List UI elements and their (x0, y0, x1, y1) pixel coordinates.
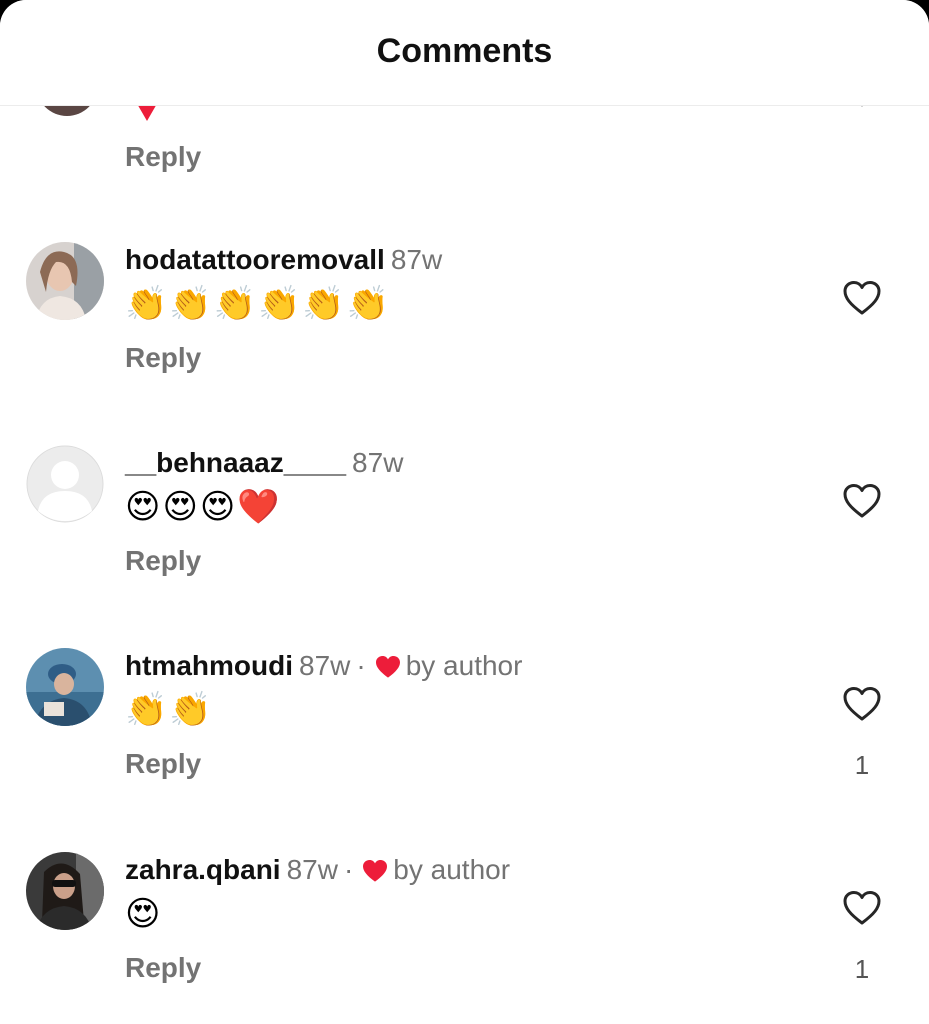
avatar[interactable] (26, 445, 104, 523)
separator-dot: · (343, 854, 354, 885)
like-heart-icon[interactable] (842, 686, 882, 727)
like-heart-icon[interactable] (842, 483, 882, 524)
comments-sheet: Reply hodatattooremovall 87w 👏👏👏👏👏👏 Reply (0, 0, 929, 1024)
comment-text: 👏👏 (125, 690, 214, 730)
comment-item: zahra.qbani 87w · by author 😍 Reply 1 (0, 852, 929, 1024)
comment-time: 87w (390, 244, 443, 275)
comment-item: hodatattooremovall 87w 👏👏👏👏👏👏 Reply (0, 242, 929, 442)
username-link[interactable]: zahra.qbani (125, 854, 281, 885)
comment-item: htmahmoudi 87w · by author 👏👏 Reply 1 (0, 648, 929, 848)
comment-time: 87w (299, 650, 351, 681)
comment-meta: zahra.qbani 87w · by author (125, 854, 510, 890)
by-author-label: by author (405, 650, 523, 681)
by-author-label: by author (393, 854, 511, 885)
reply-button[interactable]: Reply (125, 141, 201, 173)
comment-meta: __behnaaaz____ 87w (125, 447, 403, 479)
like-heart-icon[interactable] (842, 280, 882, 321)
comment-text: 😍 (125, 894, 163, 934)
avatar[interactable] (26, 648, 104, 726)
sheet-header: Comments (0, 0, 929, 106)
author-liked-heart-icon (361, 858, 389, 890)
comment-meta: hodatattooremovall 87w (125, 244, 442, 276)
like-count: 1 (854, 750, 870, 780)
comment-meta: htmahmoudi 87w · by author (125, 650, 522, 686)
comments-list[interactable]: Reply hodatattooremovall 87w 👏👏👏👏👏👏 Reply (0, 0, 929, 1024)
comment-time: 87w (352, 447, 404, 478)
page-title: Comments (376, 32, 553, 70)
separator-dot: · (356, 650, 366, 681)
avatar[interactable] (26, 852, 104, 930)
avatar[interactable] (26, 242, 104, 320)
comment-text: 👏👏👏👏👏👏 (125, 284, 392, 324)
reply-button[interactable]: Reply (125, 952, 201, 984)
comment-item: __behnaaaz____ 87w 😍😍😍❤️ Reply (0, 445, 929, 645)
author-liked-heart-icon (374, 654, 402, 686)
reply-button[interactable]: Reply (125, 545, 201, 577)
comment-time: 87w (286, 854, 338, 885)
like-count: 1 (854, 954, 870, 984)
reply-button[interactable]: Reply (125, 342, 201, 374)
username-link[interactable]: hodatattooremovall (125, 244, 385, 275)
like-heart-icon[interactable] (842, 890, 882, 931)
comment-text: 😍😍😍❤️ (125, 487, 282, 527)
username-link[interactable]: __behnaaaz____ (125, 447, 346, 478)
reply-button[interactable]: Reply (125, 748, 201, 780)
username-link[interactable]: htmahmoudi (125, 650, 293, 681)
